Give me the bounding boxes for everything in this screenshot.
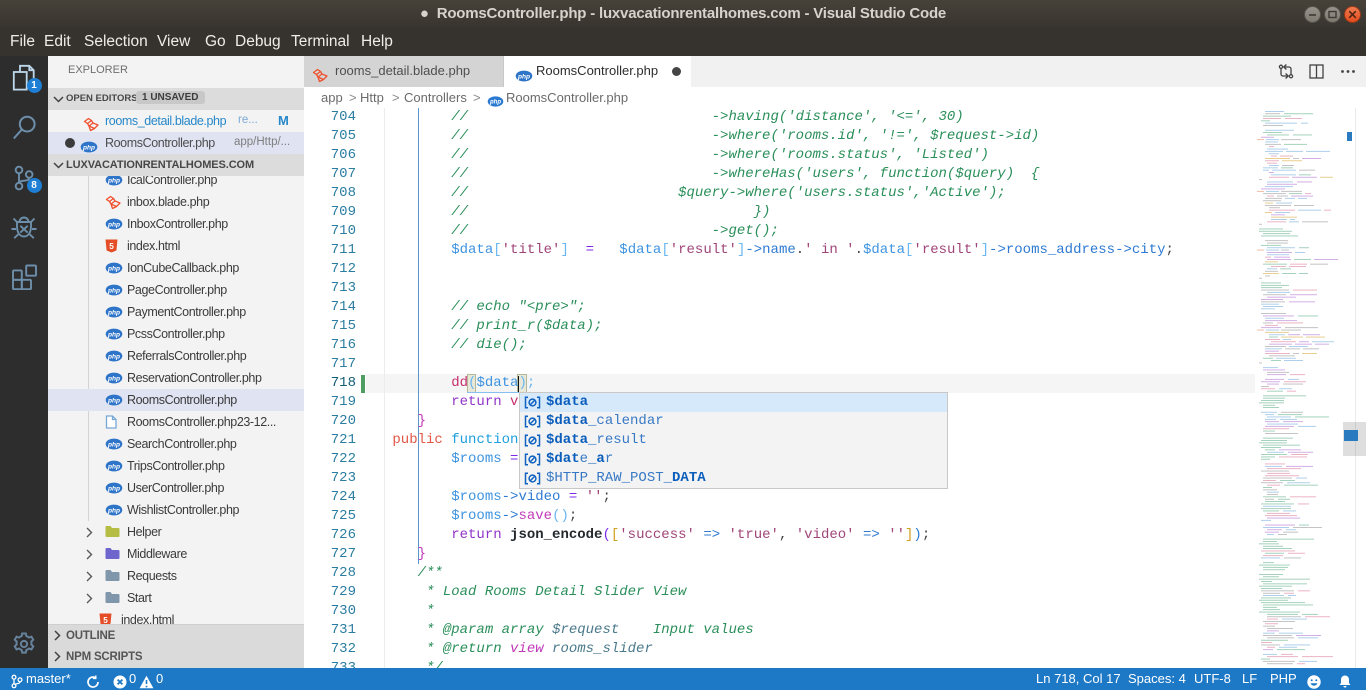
svg-text:php: php <box>107 177 120 184</box>
svg-text:5: 5 <box>109 242 114 251</box>
svg-text:php: php <box>82 144 95 151</box>
svg-text:php: php <box>107 353 120 360</box>
svg-text:php: php <box>517 73 530 80</box>
svg-text:php: php <box>107 221 120 228</box>
svg-text:php: php <box>107 397 120 404</box>
svg-text:php: php <box>489 100 501 106</box>
svg-text:php: php <box>107 331 120 338</box>
svg-text:php: php <box>107 441 120 448</box>
svg-text:php: php <box>107 309 120 316</box>
svg-text:php: php <box>107 485 120 492</box>
svg-text:php: php <box>107 507 120 514</box>
svg-text:php: php <box>107 265 120 272</box>
svg-text:php: php <box>107 287 120 294</box>
svg-text:php: php <box>107 375 120 382</box>
svg-text:php: php <box>107 463 120 470</box>
svg-text:5: 5 <box>103 616 108 624</box>
